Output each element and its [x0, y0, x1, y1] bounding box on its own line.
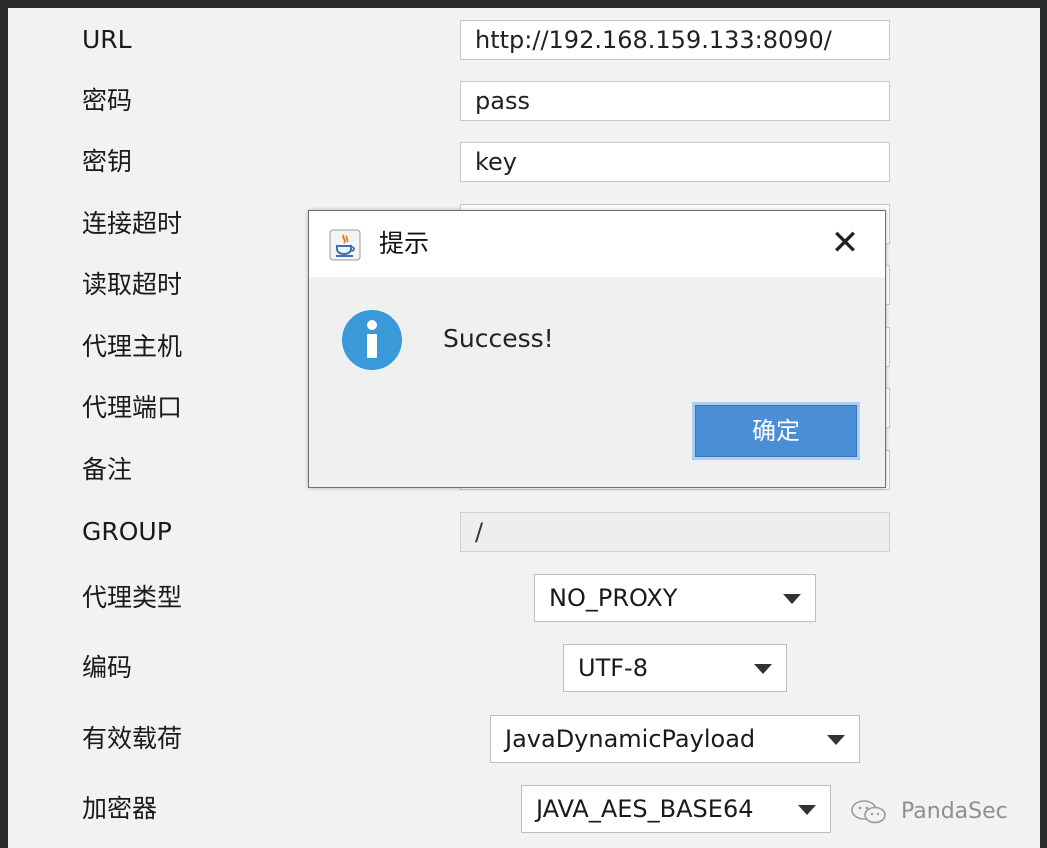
group-field[interactable]: / — [460, 512, 890, 552]
password-label: 密码 — [82, 86, 133, 115]
dialog-titlebar[interactable]: 提示 ✕ — [309, 211, 885, 277]
chevron-down-icon — [754, 664, 772, 674]
payload-select[interactable]: JavaDynamicPayload — [490, 715, 860, 763]
chevron-down-icon — [783, 594, 801, 604]
watermark: PandaSec — [850, 794, 1008, 830]
ok-button[interactable]: 确定 — [695, 405, 857, 457]
wechat-icon — [851, 800, 886, 824]
message-dialog: 提示 ✕ Success! 确定 — [308, 210, 886, 488]
chevron-down-icon — [798, 805, 816, 815]
info-icon — [342, 310, 402, 370]
dialog-message: Success! — [443, 324, 554, 353]
encoding-select[interactable]: UTF-8 — [563, 644, 787, 692]
watermark-text: PandaSec — [901, 799, 1008, 824]
remark-label: 备注 — [82, 455, 133, 484]
proxy-type-label: 代理类型 — [82, 583, 183, 612]
cryption-select[interactable]: JAVA_AES_BASE64 — [521, 785, 831, 833]
proxy-port-label: 代理端口 — [82, 393, 183, 422]
connect-timeout-label: 连接超时 — [82, 209, 183, 238]
chevron-down-icon — [827, 735, 845, 745]
group-label: GROUP — [82, 517, 172, 546]
url-label: URL — [82, 25, 132, 54]
close-icon[interactable]: ✕ — [827, 225, 863, 261]
url-field[interactable]: http://192.168.159.133:8090/ — [460, 20, 890, 60]
proxy-host-label: 代理主机 — [82, 332, 183, 361]
proxy-type-select[interactable]: NO_PROXY — [534, 574, 816, 622]
payload-value: JavaDynamicPayload — [505, 725, 756, 753]
key-label: 密钥 — [82, 147, 133, 176]
encoding-value: UTF-8 — [578, 654, 648, 682]
key-field[interactable]: key — [460, 142, 890, 182]
read-timeout-label: 读取超时 — [82, 270, 183, 299]
password-field[interactable]: pass — [460, 81, 890, 121]
encoding-label: 编码 — [82, 653, 133, 682]
cryption-value: JAVA_AES_BASE64 — [536, 795, 754, 823]
connection-settings-panel: URL http://192.168.159.133:8090/ 密码 pass… — [8, 8, 1040, 848]
java-icon — [329, 229, 361, 261]
dialog-title: 提示 — [379, 229, 430, 258]
payload-label: 有效载荷 — [82, 724, 183, 753]
proxy-type-value: NO_PROXY — [549, 584, 678, 612]
cryption-label: 加密器 — [82, 794, 158, 823]
